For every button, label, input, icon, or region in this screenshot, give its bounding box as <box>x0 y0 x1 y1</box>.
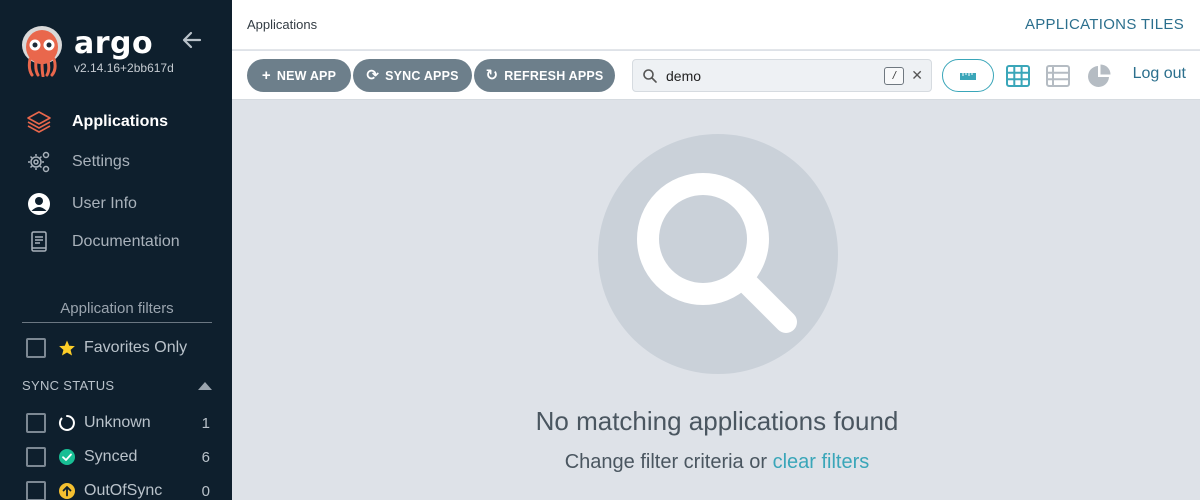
pie-chart-view-icon[interactable] <box>1086 63 1112 89</box>
clear-filters-link[interactable]: clear filters <box>773 451 870 473</box>
synced-checkbox[interactable] <box>26 447 46 467</box>
nav-label-applications: Applications <box>72 113 169 130</box>
empty-state-illustration <box>598 134 838 374</box>
sync-apps-button[interactable]: ⟳ SYNC APPS <box>353 59 472 92</box>
nav-label-user-info: User Info <box>72 195 137 212</box>
circle-notch-icon <box>58 414 76 432</box>
unknown-checkbox[interactable] <box>26 413 46 433</box>
keyboard-shortcut-hint: / <box>884 66 905 85</box>
nav-item-settings[interactable]: Settings <box>26 148 130 176</box>
outofsync-count: 0 <box>201 482 210 500</box>
ruler-icon <box>960 72 976 80</box>
outofsync-label: OutOfSync <box>84 482 163 499</box>
new-app-button[interactable]: + NEW APP <box>247 59 351 92</box>
favorites-checkbox[interactable] <box>26 338 46 358</box>
refresh-icon: ↻ <box>485 67 499 84</box>
new-app-label: NEW APP <box>276 68 337 83</box>
nav-item-documentation[interactable]: Documentation <box>26 228 180 256</box>
sync-status-header[interactable]: SYNC STATUS <box>22 378 212 393</box>
empty-state-title: No matching applications found <box>535 406 899 436</box>
user-circle-icon <box>26 191 52 217</box>
page-title: APPLICATIONS TILES <box>1024 16 1184 33</box>
gears-icon <box>26 149 52 175</box>
sync-filter-unknown[interactable]: Unknown 1 <box>26 412 210 434</box>
plus-icon: + <box>261 67 271 84</box>
tiles-view-icon[interactable] <box>1005 63 1031 89</box>
search-value[interactable]: demo <box>666 68 884 84</box>
book-icon <box>26 229 52 255</box>
collapse-caret-icon[interactable] <box>198 381 212 390</box>
application-filters-title: Application filters <box>22 300 212 323</box>
nav-item-user-info[interactable]: User Info <box>26 190 137 218</box>
empty-state-subtitle: Change filter criteria or clear filters <box>432 451 1002 474</box>
search-input[interactable]: demo / ✕ <box>632 59 932 92</box>
ruler-toggle-button[interactable] <box>942 59 994 92</box>
unknown-count: 1 <box>201 414 210 432</box>
breadcrumb[interactable]: Applications <box>247 17 317 32</box>
star-icon <box>58 339 76 357</box>
argo-octopus-logo <box>22 26 62 77</box>
check-circle-icon <box>58 448 76 466</box>
favorites-only-filter[interactable]: Favorites Only <box>26 337 210 359</box>
sync-filter-outofsync[interactable]: OutOfSync 0 <box>26 480 210 500</box>
nav-label-settings: Settings <box>72 153 130 170</box>
nav-label-documentation: Documentation <box>72 233 180 250</box>
sync-status-heading: SYNC STATUS <box>22 378 115 393</box>
sync-apps-label: SYNC APPS <box>385 68 459 83</box>
top-bar: Applications APPLICATIONS TILES <box>232 0 1200 50</box>
arrow-up-circle-icon <box>58 482 76 500</box>
sidebar: argo v2.14.16+2bb617d Applications Setti… <box>0 0 232 500</box>
clear-search-icon[interactable]: ✕ <box>911 67 923 84</box>
app-name: argo <box>74 26 154 61</box>
sync-filter-synced[interactable]: Synced 6 <box>26 446 210 468</box>
synced-count: 6 <box>201 448 210 466</box>
logout-link[interactable]: Log out <box>1133 65 1186 83</box>
search-icon <box>643 68 657 83</box>
nav-item-applications[interactable]: Applications <box>26 108 168 136</box>
list-view-icon[interactable] <box>1045 63 1071 89</box>
synced-label: Synced <box>84 448 138 465</box>
app-version: v2.14.16+2bb617d <box>74 61 174 75</box>
empty-state-subtitle-text: Change filter criteria or <box>564 451 768 473</box>
layers-icon <box>26 109 52 135</box>
collapse-sidebar-arrow-icon[interactable] <box>180 28 204 52</box>
magnifying-glass-icon <box>637 173 797 333</box>
unknown-label: Unknown <box>84 414 151 431</box>
outofsync-checkbox[interactable] <box>26 481 46 500</box>
toolbar: + NEW APP ⟳ SYNC APPS ↻ REFRESH APPS dem… <box>232 51 1200 100</box>
refresh-apps-button[interactable]: ↻ REFRESH APPS <box>474 59 615 92</box>
sync-icon: ⟳ <box>366 67 380 84</box>
favorites-label: Favorites Only <box>84 339 188 356</box>
refresh-apps-label: REFRESH APPS <box>504 68 604 83</box>
